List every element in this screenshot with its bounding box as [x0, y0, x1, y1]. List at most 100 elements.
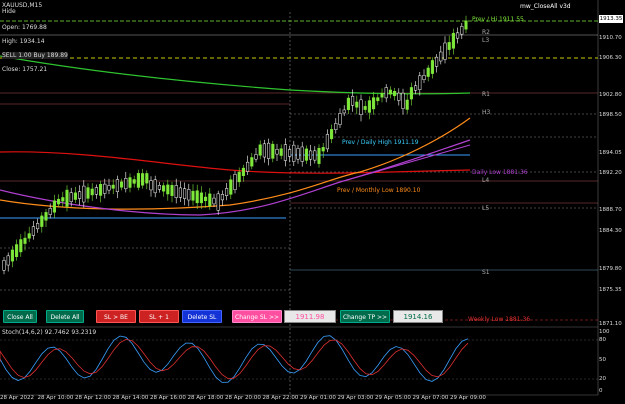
candle-body [99, 183, 103, 196]
candle-body [300, 146, 304, 162]
current-price-tag: 1913.35 [599, 15, 623, 23]
level-r1: R1 [482, 91, 490, 98]
price-tick-label: 1879.80 [599, 266, 622, 272]
candle-body [309, 150, 313, 160]
candle-body [191, 190, 195, 201]
candle-body [380, 93, 384, 98]
time-tick-label: 29 Apr 09:00 [450, 395, 486, 401]
candle-body [367, 100, 371, 113]
hide-label[interactable]: Hide [2, 8, 16, 15]
candle-body [187, 189, 191, 201]
oscillator-tick-label: 20 [599, 376, 606, 382]
price-tick-label: 1898.50 [599, 112, 622, 118]
candle-body [141, 173, 145, 186]
candle-body [48, 208, 52, 215]
time-tick-label: 28 Apr 16:00 [150, 395, 186, 401]
candle-body [31, 226, 35, 236]
price-tick-label: 1910.70 [599, 35, 622, 41]
time-tick-label: 29 Apr 07:00 [412, 395, 449, 401]
candle-body [426, 67, 430, 77]
candle-body [456, 32, 460, 39]
candle-body [409, 87, 413, 100]
candle-body [359, 99, 363, 115]
candle-body [241, 167, 245, 176]
sl-price-field[interactable]: 1911.98 [284, 310, 336, 323]
weekly-low-label: Weekly Low 1881.36 [468, 316, 531, 323]
candle-body [246, 161, 250, 172]
time-tick-label: 28 Apr 22:00 [262, 395, 299, 401]
candle-body [304, 148, 308, 161]
oscillator-tick-label: 50 [599, 357, 606, 363]
candle-body [183, 188, 187, 199]
candle-body [292, 144, 296, 162]
candle-body [258, 144, 262, 156]
candle-body [111, 184, 115, 189]
oscillator-tick-label: 80 [599, 337, 606, 343]
candle-body [86, 187, 90, 199]
candle-body [225, 188, 229, 196]
candle-body [262, 143, 266, 158]
candle-body [94, 187, 98, 195]
candle-body [90, 188, 94, 196]
stochastic-label: Stoch(14,6,2) 92.7462 93.2319 [2, 329, 97, 336]
time-tick-label: 28 Apr 14:00 [112, 395, 149, 401]
candle-body [220, 194, 224, 201]
time-tick-label: 29 Apr 01:00 [300, 395, 336, 401]
time-tick-label: 28 Apr 20:00 [225, 395, 261, 401]
candle-body [451, 32, 455, 49]
candle-body [237, 171, 241, 183]
candle-body [342, 109, 346, 114]
candle-body [170, 185, 174, 196]
price-tick-label: 1884.30 [599, 228, 622, 234]
candle-body [19, 239, 23, 253]
candle-body [355, 101, 359, 108]
candle-body [208, 193, 212, 207]
price-tick-label: 1902.80 [599, 92, 622, 98]
candle-body [418, 75, 422, 90]
high-label: High: 1934.14 [2, 38, 45, 45]
candle-body [145, 173, 149, 184]
candle-body [15, 244, 19, 257]
candle-body [128, 177, 132, 188]
close-all-button[interactable]: Close All [3, 310, 37, 323]
sl-breakeven-button[interactable]: SL > BE [96, 310, 136, 323]
candle-body [162, 185, 166, 192]
candle-body [334, 123, 338, 131]
change-sl-button[interactable]: Change SL >> [232, 310, 282, 323]
candle-body [233, 173, 237, 191]
candle-body [44, 212, 48, 221]
price-chart[interactable] [0, 0, 625, 404]
time-tick-label: 29 Apr 05:00 [375, 395, 411, 401]
candle-body [422, 75, 426, 80]
candle-body [401, 92, 405, 109]
candle-body [447, 42, 451, 50]
candle-body [279, 148, 283, 156]
delete-all-button[interactable]: Delete All [46, 310, 84, 323]
candle-body [338, 113, 342, 125]
candle-body [195, 190, 199, 204]
sl-plus-one-button[interactable]: SL + 1 [139, 310, 179, 323]
time-tick-label: 28 Apr 18:00 [187, 395, 224, 401]
level-l3: L3 [482, 37, 490, 44]
candle-body [174, 185, 178, 198]
close-label: Close: 1757.21 [2, 66, 48, 73]
price-tick-label: 1906.30 [599, 55, 622, 61]
candle-body [296, 148, 300, 160]
oscillator-tick-label: 0 [599, 388, 603, 394]
candle-body [229, 179, 233, 195]
candle-body [103, 183, 107, 194]
delete-sl-button[interactable]: Delete SL [182, 310, 222, 323]
candle-body [372, 97, 376, 110]
tp-price-field[interactable]: 1914.16 [393, 310, 443, 323]
open-label: Open: 1769.88 [2, 24, 47, 31]
candle-body [157, 185, 161, 190]
level-l4: L4 [482, 177, 490, 184]
candle-body [82, 185, 86, 203]
price-tick-label: 1875.35 [599, 287, 622, 293]
candle-body [107, 185, 111, 191]
candle-body [73, 192, 77, 200]
candle-body [288, 149, 292, 157]
candle-body [321, 147, 325, 152]
candle-body [10, 249, 14, 262]
change-tp-button[interactable]: Change TP >> [340, 310, 390, 323]
